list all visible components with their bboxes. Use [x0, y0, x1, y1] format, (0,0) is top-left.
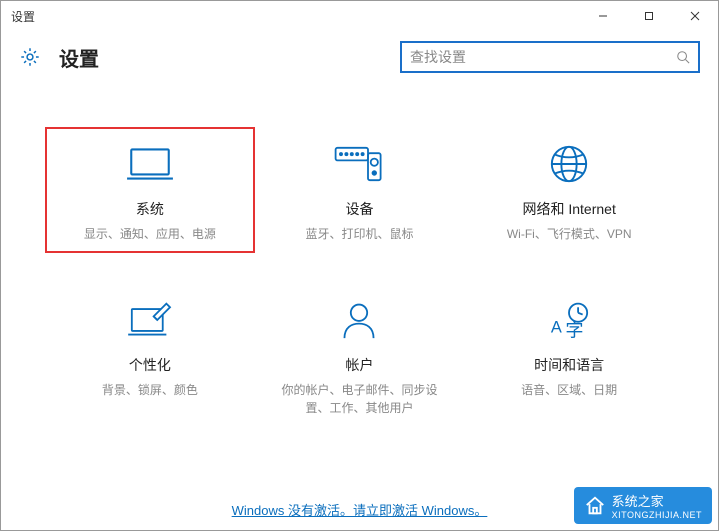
house-icon	[584, 495, 606, 517]
watermark-text: 系统之家 XITONGZHIJIA.NET	[612, 491, 702, 520]
tile-title: 系统	[136, 199, 164, 219]
page-title: 设置	[59, 43, 400, 72]
tile-desc: 背景、锁屏、颜色	[102, 381, 198, 399]
devices-icon	[329, 141, 389, 187]
watermark-brand: 系统之家	[612, 494, 664, 509]
tile-title: 个性化	[129, 355, 171, 375]
close-button[interactable]	[672, 1, 718, 31]
page-header: 设置	[1, 31, 718, 91]
activation-link[interactable]: Windows 没有激活。请立即激活 Windows。	[232, 503, 488, 518]
tile-accounts[interactable]: 帐户 你的帐户、电子邮件、同步设置、工作、其他用户	[255, 283, 465, 427]
tile-title: 设备	[345, 199, 373, 219]
tile-desc: 蓝牙、打印机、鼠标	[305, 225, 413, 243]
search-icon	[676, 50, 690, 64]
watermark: 系统之家 XITONGZHIJIA.NET	[574, 487, 712, 524]
tile-desc: 你的帐户、电子邮件、同步设置、工作、其他用户	[274, 381, 444, 417]
tile-desc: 语音、区域、日期	[521, 381, 617, 399]
tile-desc: 显示、通知、应用、电源	[84, 225, 216, 243]
svg-text:字: 字	[566, 320, 584, 340]
settings-grid: 系统 显示、通知、应用、电源 设备 蓝牙、打印机、鼠标 网络和 Internet	[1, 91, 718, 427]
window-titlebar: 设置	[1, 1, 718, 31]
maximize-button[interactable]	[626, 1, 672, 31]
tile-desc: Wi-Fi、飞行模式、VPN	[507, 225, 632, 243]
person-icon	[329, 297, 389, 343]
tile-devices[interactable]: 设备 蓝牙、打印机、鼠标	[255, 127, 465, 253]
tile-system[interactable]: 系统 显示、通知、应用、电源	[45, 127, 255, 253]
time-language-icon: A 字	[539, 297, 599, 343]
tile-title: 网络和 Internet	[522, 199, 615, 219]
tile-title: 时间和语言	[534, 355, 604, 375]
search-box[interactable]	[400, 41, 700, 73]
minimize-button[interactable]	[580, 1, 626, 31]
display-icon	[120, 141, 180, 187]
gear-icon	[19, 46, 41, 68]
globe-icon	[539, 141, 599, 187]
watermark-url: XITONGZHIJIA.NET	[612, 510, 702, 520]
tile-personalization[interactable]: 个性化 背景、锁屏、颜色	[45, 283, 255, 427]
tile-time-language[interactable]: A 字 时间和语言 语音、区域、日期	[464, 283, 674, 427]
personalize-icon	[120, 297, 180, 343]
window-title: 设置	[11, 8, 35, 25]
tile-network[interactable]: 网络和 Internet Wi-Fi、飞行模式、VPN	[464, 127, 674, 253]
tile-title: 帐户	[345, 355, 373, 375]
svg-text:A: A	[551, 319, 562, 337]
window-controls	[580, 1, 718, 31]
search-input[interactable]	[410, 49, 676, 65]
